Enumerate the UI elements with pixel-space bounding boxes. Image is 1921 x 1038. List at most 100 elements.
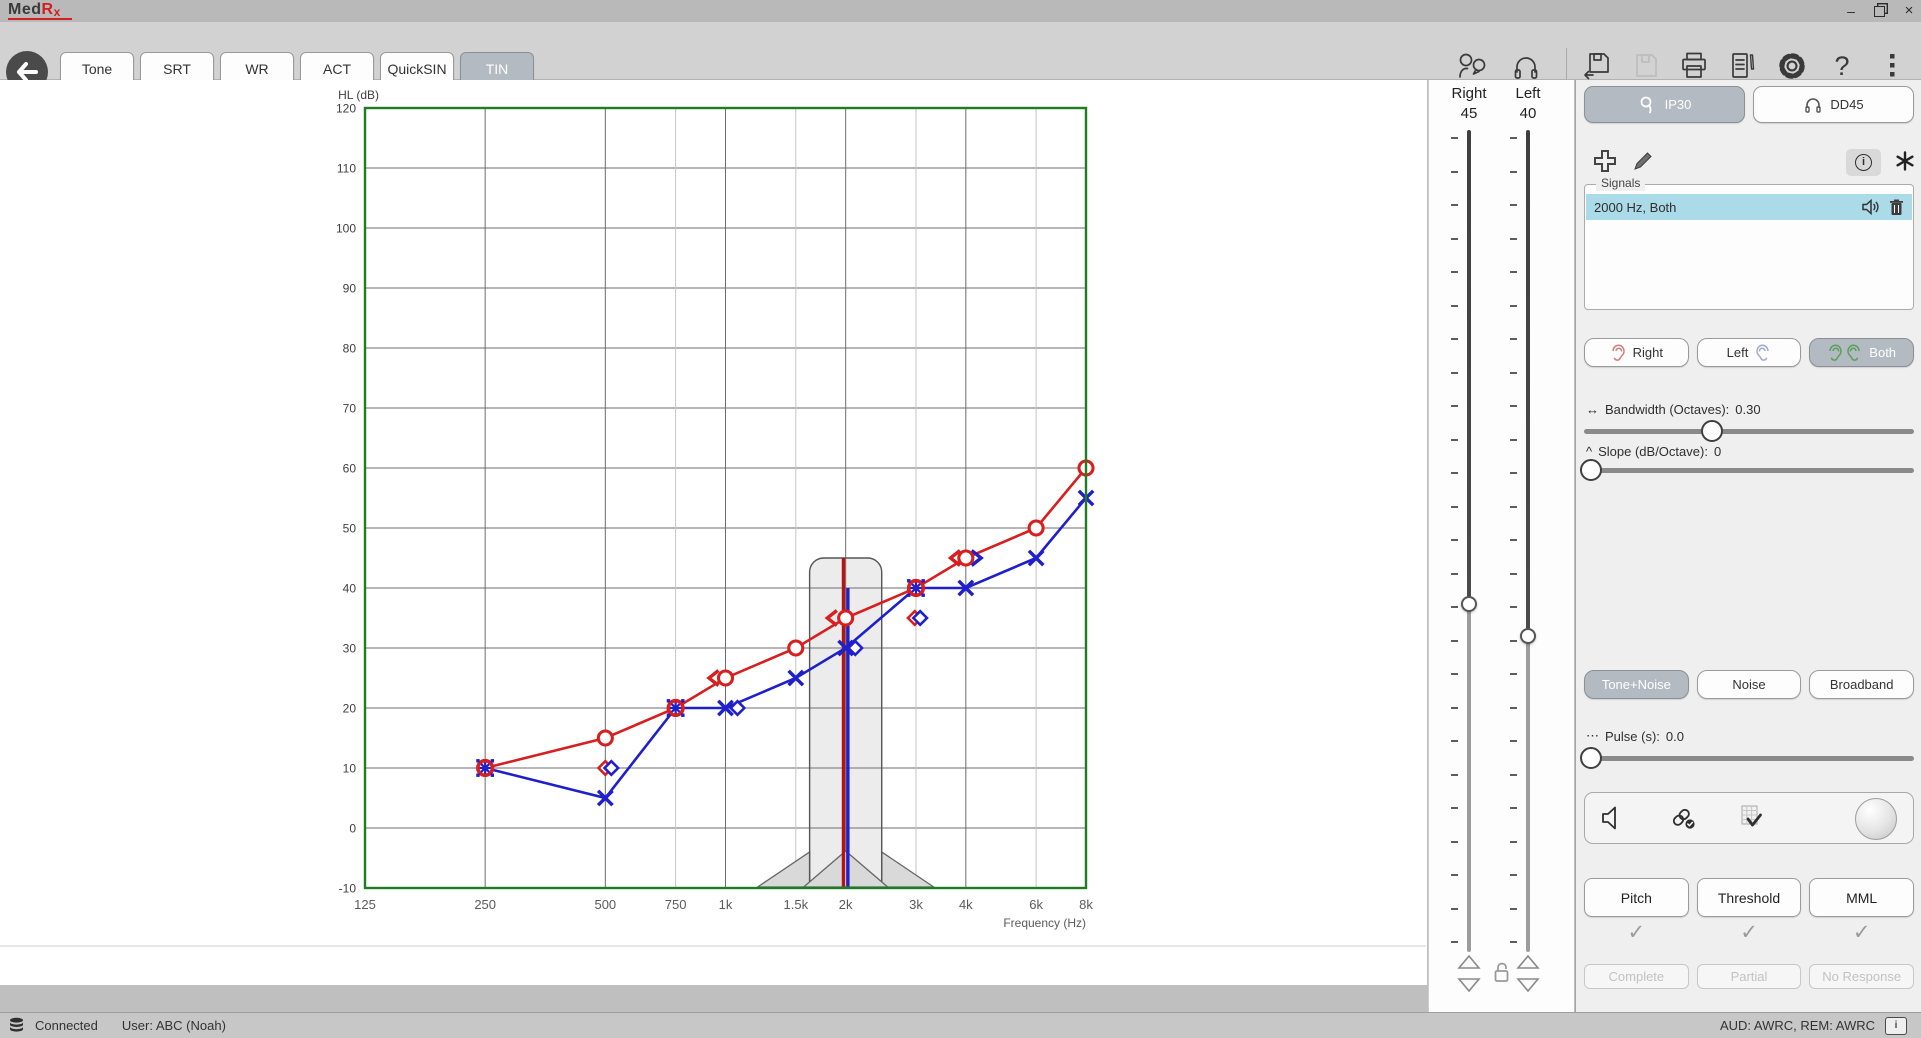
transducer-dd45-button[interactable]: DD45 [1753,86,1914,123]
ear-left-button[interactable]: Left [1697,338,1802,367]
help-glyph: ? [1834,51,1849,82]
current-user: User: ABC (Noah) [122,1018,226,1033]
svg-text:60: 60 [343,462,357,476]
right-level-label: Right [1439,85,1499,102]
no-response-button[interactable]: No Response [1809,964,1914,989]
pulse-icon: ⋯ [1586,728,1599,744]
signal-info-button[interactable]: i [1846,149,1881,176]
transducer-dd45-label: DD45 [1830,97,1863,112]
bandwidth-slider-thumb[interactable] [1701,420,1723,442]
svg-text:90: 90 [343,282,357,296]
bandwidth-value: 0.30 [1735,402,1760,417]
play-signal-speaker-icon[interactable] [1861,198,1881,216]
ear-left-label: Left [1727,345,1749,360]
bandwidth-icon: ↔ [1586,402,1599,417]
playback-tools-bar [1584,792,1914,844]
connection-status: Connected [35,1018,98,1033]
speaker-icon[interactable] [1599,803,1629,833]
svg-text:0: 0 [349,822,356,836]
signal-list-item[interactable]: 2000 Hz, Both [1586,194,1912,220]
title-bar: MedRx – × [0,0,1921,22]
partial-button[interactable]: Partial [1697,964,1802,989]
left-level-slider-track[interactable] [1526,130,1530,952]
signals-group-label: Signals [1596,176,1645,191]
asterisk-icon[interactable] [1894,150,1916,177]
transducer-ip30-label: IP30 [1665,97,1692,112]
svg-text:1k: 1k [719,897,733,912]
stimulus-noise-button[interactable]: Noise [1697,670,1802,699]
right-level-up-button[interactable] [1456,953,1482,971]
svg-text:3k: 3k [909,897,923,912]
info-icon: i [1855,154,1872,171]
add-signal-icon[interactable] [1592,148,1618,179]
complete-button[interactable]: Complete [1584,964,1689,989]
signal-tools-row: i [1584,148,1914,178]
audiogram-chart[interactable]: 1201101009080706050403020100-10125250500… [0,80,1427,985]
module-status-text: AUD: AWRC, REM: AWRC [1720,1018,1875,1033]
svg-text:100: 100 [336,222,356,236]
pulse-slider-thumb[interactable] [1580,747,1602,769]
signal-label: 2000 Hz, Both [1594,200,1861,215]
bandwidth-label: ↔ Bandwidth (Octaves): 0.30 [1586,402,1761,417]
svg-text:6k: 6k [1029,897,1043,912]
response-indicator-sphere[interactable] [1855,798,1897,840]
ear-both-button[interactable]: Both [1809,338,1914,367]
minimize-button[interactable]: – [1838,2,1864,20]
svg-text:Frequency (Hz): Frequency (Hz) [1003,916,1086,930]
maximize-button[interactable] [1866,2,1892,20]
right-ear-icon [1610,344,1626,362]
mml-button[interactable]: MML [1809,878,1914,917]
svg-text:500: 500 [594,897,616,912]
svg-text:50: 50 [343,522,357,536]
transducer-ip30-button[interactable]: IP30 [1584,86,1745,123]
svg-text:-10: -10 [339,882,357,896]
right-level-slider-track[interactable] [1467,130,1471,952]
svg-text:30: 30 [343,642,357,656]
svg-text:110: 110 [337,162,356,176]
pulse-slider-track[interactable] [1584,756,1914,761]
both-ears-left-icon [1846,344,1862,362]
edit-signal-icon[interactable] [1632,150,1654,177]
main-toolbar: Tone SRT WR ACT QuickSIN TIN ? [0,22,1921,80]
left-level-value: 40 [1498,105,1558,122]
left-level-down-button[interactable] [1515,976,1541,994]
status-bar: Connected User: ABC (Noah) AUD: AWRC, RE… [0,1012,1921,1038]
svg-text:HL (dB): HL (dB) [338,88,379,102]
svg-text:1.5k: 1.5k [784,897,809,912]
pulse-label: ⋯ Pulse (s): 0.0 [1586,728,1684,744]
svg-text:250: 250 [474,897,496,912]
threshold-button[interactable]: Threshold [1697,878,1802,917]
link-check-icon[interactable] [1667,803,1699,833]
status-info-icon[interactable]: i [1885,1017,1907,1035]
stimulus-broadband-button[interactable]: Broadband [1809,670,1914,699]
right-level-down-button[interactable] [1456,976,1482,994]
svg-text:2k: 2k [839,897,853,912]
both-ears-right-icon [1827,344,1843,362]
ear-right-label: Right [1633,345,1663,360]
svg-text:40: 40 [343,582,357,596]
left-level-slider-thumb[interactable] [1520,628,1536,644]
slope-slider-thumb[interactable] [1580,459,1602,481]
svg-text:20: 20 [343,702,357,716]
pitch-check-icon: ✓ [1584,920,1689,945]
measure-check-row: ✓ ✓ ✓ [1584,920,1914,945]
ear-right-button[interactable]: Right [1584,338,1689,367]
logo-x: x [54,5,61,19]
audiogram-check-icon[interactable] [1737,803,1769,833]
slope-icon: ^ [1586,444,1592,459]
svg-text:125: 125 [354,897,376,912]
bandwidth-slider-track[interactable] [1584,429,1914,434]
right-level-slider-thumb[interactable] [1461,596,1477,612]
lock-channels-icon[interactable] [1490,960,1514,991]
left-ear-icon [1755,344,1771,362]
slope-slider-track[interactable] [1584,468,1914,473]
svg-text:10: 10 [343,762,357,776]
delete-signal-trash-icon[interactable] [1889,199,1904,216]
pitch-button[interactable]: Pitch [1584,878,1689,917]
logo-r: R [42,1,54,18]
result-status-row: Complete Partial No Response [1584,964,1914,989]
left-level-up-button[interactable] [1515,953,1541,971]
svg-text:120: 120 [336,102,356,116]
stimulus-tone-noise-button[interactable]: Tone+Noise [1584,670,1689,699]
close-button[interactable]: × [1896,2,1921,20]
